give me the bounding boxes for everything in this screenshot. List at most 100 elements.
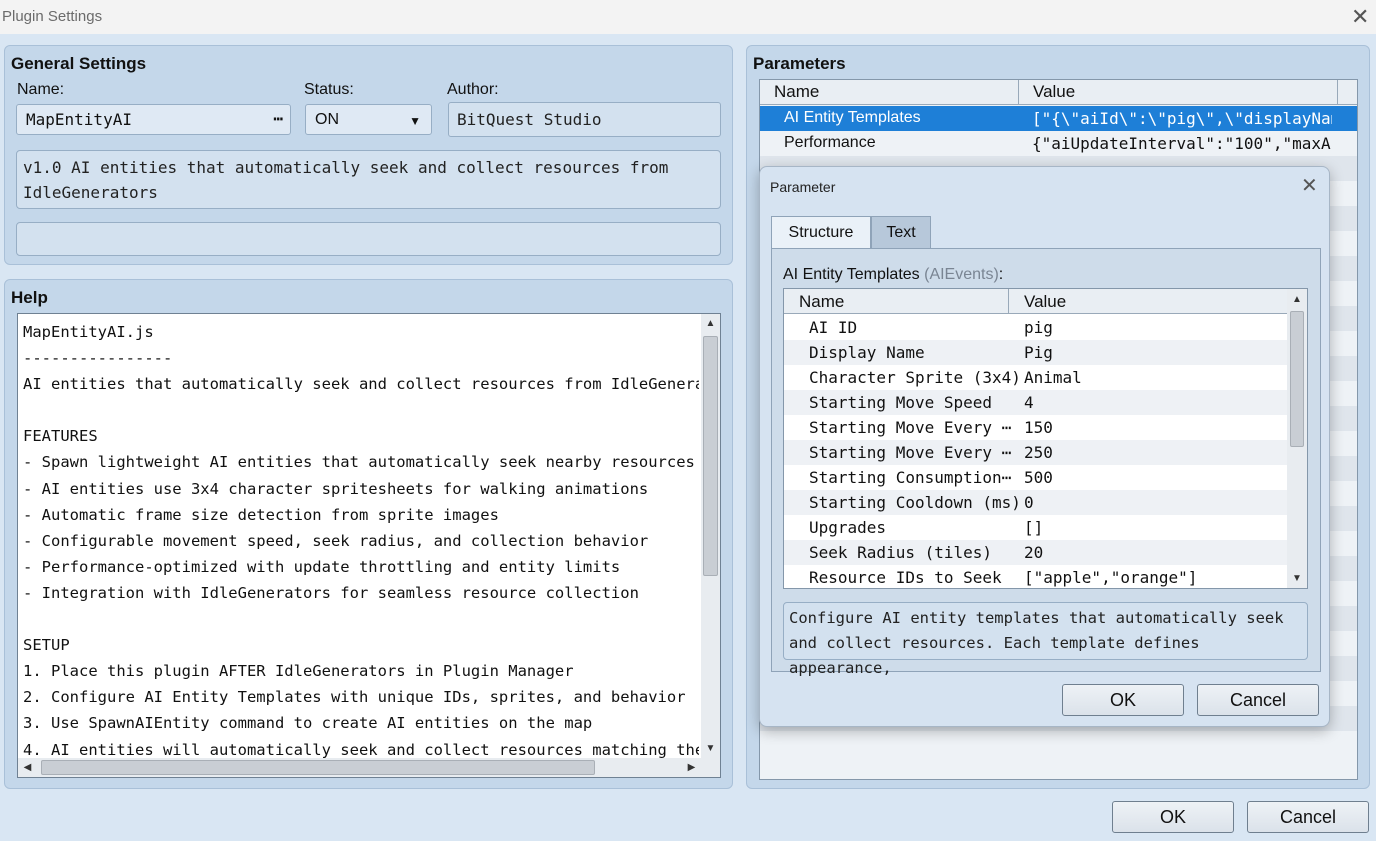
help-text-area[interactable]: MapEntityAI.js ---------------- AI entitie…: [17, 313, 721, 778]
status-select[interactable]: ON ▼: [305, 104, 432, 135]
table-row[interactable]: Starting Move Every ⋯ 150: [784, 415, 1287, 440]
structure-scrollbar[interactable]: ▲ ▼: [1287, 289, 1307, 588]
table-row[interactable]: Resource IDs to Seek ["apple","orange"]: [784, 565, 1287, 588]
help-panel: Help MapEntityAI.js ---------------- AI en…: [4, 279, 733, 789]
structure-table-header: Name Value: [784, 289, 1287, 314]
chevron-down-icon: ▼: [409, 114, 421, 128]
row-name: Starting Move Every ⋯: [809, 443, 1012, 462]
scroll-down-icon[interactable]: ▼: [1287, 568, 1307, 588]
help-line: ----------------: [23, 349, 173, 368]
description-text: v1.0 AI entities that automatically seek…: [23, 158, 669, 202]
field-type: (AIEvents): [924, 266, 999, 283]
structure-table[interactable]: Name Value AI ID pig Display Name Pig Charac…: [783, 288, 1308, 589]
scroll-left-icon[interactable]: ◀: [18, 758, 37, 777]
row-value: []: [1024, 518, 1044, 537]
status-value: ON: [315, 110, 339, 128]
row-value: 250: [1024, 443, 1053, 462]
help-line: - Configurable movement speed, seek radi…: [23, 531, 649, 550]
table-row[interactable]: AI Entity Templates ["{\"aiId\":\"pig\",…: [760, 106, 1357, 131]
author-label: Author:: [447, 81, 499, 98]
row-name: Character Sprite (3x4): [809, 368, 1021, 387]
tab-text[interactable]: Text: [871, 216, 931, 249]
scroll-thumb-horizontal[interactable]: [41, 760, 595, 775]
row-value: Pig: [1024, 343, 1053, 362]
help-line: SETUP: [23, 636, 70, 655]
scroll-right-icon[interactable]: ▶: [682, 758, 701, 777]
help-line: [23, 606, 699, 632]
row-value: ["apple","orange"]: [1024, 568, 1198, 587]
table-row[interactable]: Starting Cooldown (ms) 0: [784, 490, 1287, 515]
close-icon[interactable]: ✕: [1351, 6, 1369, 28]
help-line: 2. Configure AI Entity Templates with un…: [23, 688, 686, 707]
row-value: pig: [1024, 318, 1053, 337]
parameter-description[interactable]: Configure AI entity templates that autom…: [783, 602, 1308, 677]
tab-structure[interactable]: Structure: [771, 216, 871, 249]
table-row[interactable]: Display Name Pig: [784, 340, 1287, 365]
dialog-title: Parameter: [770, 179, 836, 195]
extra-field[interactable]: [16, 222, 721, 256]
window-title: Plugin Settings: [2, 8, 103, 25]
help-title: Help: [11, 288, 48, 307]
dialog-close-icon[interactable]: ✕: [1301, 176, 1318, 196]
row-name: Display Name: [809, 343, 925, 362]
column-value-header[interactable]: Value: [1019, 80, 1338, 104]
author-value: BitQuest Studio: [457, 110, 602, 129]
column-name-header[interactable]: Name: [784, 289, 1009, 314]
table-row[interactable]: Starting Consumption⋯ 500: [784, 465, 1287, 490]
help-line: - Spawn lightweight AI entities that aut…: [23, 453, 695, 472]
table-row[interactable]: Starting Move Every ⋯ 250: [784, 440, 1287, 465]
description-field[interactable]: v1.0 AI entities that automatically seek…: [16, 150, 721, 209]
browse-button[interactable]: ⋯: [273, 109, 283, 128]
row-name: Resource IDs to Seek: [809, 568, 1002, 587]
name-field[interactable]: MapEntityAI ⋯: [16, 104, 291, 135]
parameter-dialog: Parameter ✕ Structure Text AI Entity Tem…: [759, 166, 1330, 727]
status-label: Status:: [304, 81, 354, 98]
help-line: AI entities that automatically seek and …: [23, 375, 699, 394]
help-line: - Integration with IdleGenerators for se…: [23, 583, 639, 602]
help-line: 3. Use SpawnAIEntity command to create A…: [23, 714, 593, 733]
row-value: 20: [1024, 543, 1044, 562]
scroll-down-icon[interactable]: ▼: [701, 739, 720, 758]
help-line: FEATURES: [23, 427, 98, 446]
table-row[interactable]: Character Sprite (3x4) Animal: [784, 365, 1287, 390]
help-line: - AI entities use 3x4 character spritesh…: [23, 479, 649, 498]
help-line: 1. Place this plugin AFTER IdleGenerator…: [23, 662, 574, 681]
help-line: MapEntityAI.js: [23, 323, 154, 341]
parameters-table-header: Name Value: [760, 80, 1357, 105]
row-value: 0: [1024, 493, 1034, 512]
scroll-thumb[interactable]: [703, 336, 718, 576]
table-row[interactable]: Performance {"aiUpdateInterval":"100","m…: [760, 131, 1357, 156]
parameters-title: Parameters: [753, 54, 846, 73]
row-name: Upgrades: [809, 518, 887, 537]
column-name-header[interactable]: Name: [760, 80, 1019, 104]
help-line: - Automatic frame size detection from sp…: [23, 505, 499, 524]
scrollbar-corner: [701, 758, 720, 777]
general-settings-title: General Settings: [11, 54, 147, 73]
help-text: MapEntityAI.js ---------------- AI entitie…: [23, 319, 699, 763]
ok-button[interactable]: OK: [1112, 801, 1234, 833]
help-horizontal-scrollbar[interactable]: ◀ ▶: [18, 758, 701, 777]
column-value-header[interactable]: Value: [1009, 289, 1287, 314]
scroll-up-icon[interactable]: ▲: [1287, 289, 1307, 309]
row-name: Starting Move Every ⋯: [809, 418, 1012, 437]
table-row[interactable]: Upgrades []: [784, 515, 1287, 540]
table-row[interactable]: AI ID pig: [784, 315, 1287, 340]
row-name: AI ID: [809, 318, 858, 337]
row-name: Starting Move Speed: [809, 393, 993, 412]
table-row[interactable]: Starting Move Speed 4: [784, 390, 1287, 415]
row-name: Seek Radius (tiles): [809, 543, 993, 562]
scroll-thumb[interactable]: [1290, 311, 1304, 447]
help-line: - Performance-optimized with update thro…: [23, 557, 621, 576]
name-label: Name:: [17, 81, 65, 98]
row-value: 4: [1024, 393, 1034, 412]
author-field[interactable]: BitQuest Studio: [448, 102, 721, 137]
general-settings-panel: General Settings Name: MapEntityAI ⋯ Sta…: [4, 45, 733, 265]
dialog-ok-button[interactable]: OK: [1062, 684, 1184, 716]
scroll-up-icon[interactable]: ▲: [701, 314, 720, 333]
tab-content: AI Entity Templates (AIEvents): Name Val…: [771, 248, 1321, 677]
table-row[interactable]: Seek Radius (tiles) 20: [784, 540, 1287, 565]
cancel-button[interactable]: Cancel: [1247, 801, 1369, 833]
row-value: 150: [1024, 418, 1053, 437]
help-vertical-scrollbar[interactable]: ▲ ▼: [701, 314, 720, 758]
dialog-cancel-button[interactable]: Cancel: [1197, 684, 1319, 716]
